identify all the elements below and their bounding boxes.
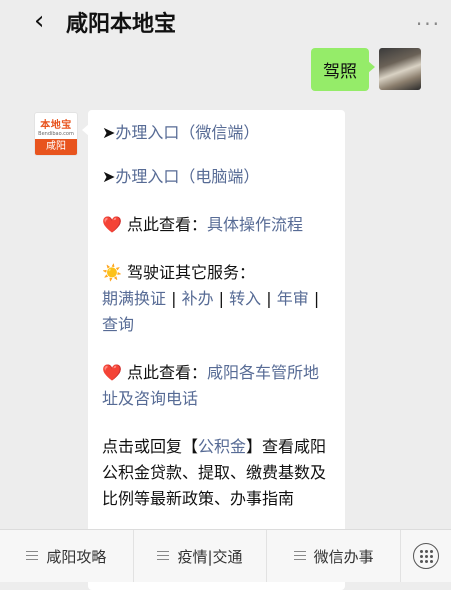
back-icon[interactable]: ‹ <box>34 6 44 36</box>
service-link-renew[interactable]: 期满换证 <box>102 289 166 308</box>
keyboard-toggle[interactable] <box>401 530 451 582</box>
user-avatar[interactable] <box>379 48 421 90</box>
menu-item-services[interactable]: 微信办事 <box>267 530 402 582</box>
entry-wechat-line: ➤办理入口（微信端） <box>102 120 331 146</box>
dmv-line: ❤️ 点此查看：咸阳各车管所地址及咨询电话 <box>102 360 331 412</box>
menu-list-icon <box>293 551 306 561</box>
reply-prefix: 点击或回复【 <box>102 437 199 456</box>
check-prefix: 点此查看： <box>121 363 208 382</box>
chat-header: ‹ 咸阳本地宝 ··· <box>0 0 451 45</box>
service-link-transfer[interactable]: 转入 <box>229 289 261 308</box>
fund-line: 点击或回复【公积金】查看咸阳公积金贷款、提取、缴费基数及比例等最新政策、办事指南 <box>102 434 331 512</box>
service-link-reissue[interactable]: 补办 <box>182 289 214 308</box>
flow-link[interactable]: 具体操作流程 <box>207 215 303 234</box>
more-options-icon[interactable]: ··· <box>416 12 441 36</box>
separator: | <box>166 289 182 308</box>
heart-icon: ❤️ <box>102 215 122 234</box>
avatar-city-label: 咸阳 <box>35 139 77 155</box>
entry-wechat-link[interactable]: 办理入口（微信端） <box>115 123 259 142</box>
services-block: ☀️ 驾驶证其它服务： 期满换证 | 补办 | 转入 | 年审 | 查询 <box>102 260 331 338</box>
arrow-icon: ➤ <box>102 123 116 142</box>
service-link-annual[interactable]: 年审 <box>277 289 309 308</box>
menu-item-label: 咸阳攻略 <box>46 547 107 566</box>
separator: | <box>261 289 277 308</box>
entry-pc-link[interactable]: 办理入口（电脑端） <box>115 167 259 186</box>
keyboard-icon <box>413 543 440 569</box>
other-services-label: 驾驶证其它服务： <box>121 263 256 282</box>
avatar-logo-url: Bendibao.com <box>38 131 74 137</box>
menu-item-traffic[interactable]: 疫情|交通 <box>134 530 268 582</box>
entry-pc-line: ➤办理入口（电脑端） <box>102 164 331 190</box>
chat-title: 咸阳本地宝 <box>66 12 177 37</box>
menu-item-label: 疫情|交通 <box>177 547 243 566</box>
menu-item-label: 微信办事 <box>313 547 374 566</box>
fund-link[interactable]: 公积金 <box>198 437 246 456</box>
bottom-menu: 咸阳攻略 疫情|交通 微信办事 <box>0 529 451 582</box>
separator: | <box>308 289 320 308</box>
heart-icon: ❤️ <box>102 363 122 382</box>
flow-line: ❤️ 点此查看：具体操作流程 <box>102 212 331 238</box>
sent-message-bubble[interactable]: 驾照 <box>311 48 375 91</box>
menu-list-icon <box>157 551 170 561</box>
service-link-query[interactable]: 查询 <box>102 315 134 334</box>
separator: | <box>213 289 230 308</box>
official-account-avatar[interactable]: 本地宝 Bendibao.com 咸阳 <box>34 112 78 156</box>
received-message-bubble: ➤办理入口（微信端） ➤办理入口（电脑端） ❤️ 点此查看：具体操作流程 ☀️ … <box>82 110 345 590</box>
menu-list-icon <box>26 551 39 561</box>
sent-message: 驾照 <box>311 48 421 91</box>
avatar-logo-text: 本地宝 <box>40 120 72 131</box>
check-prefix: 点此查看： <box>121 215 208 234</box>
arrow-icon: ➤ <box>102 167 116 186</box>
sun-icon: ☀️ <box>102 263 122 282</box>
menu-item-guide[interactable]: 咸阳攻略 <box>0 530 134 582</box>
